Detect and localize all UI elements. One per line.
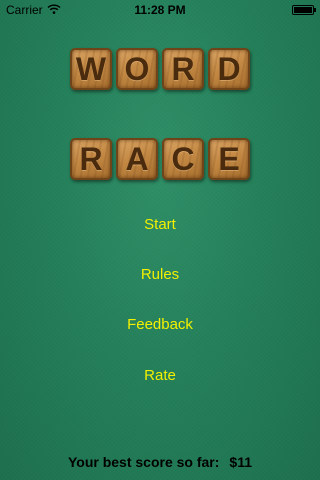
letter-tile: C — [162, 138, 204, 180]
feedback-button[interactable]: Feedback — [0, 316, 320, 333]
battery-icon — [292, 5, 316, 15]
best-score-value: $11 — [229, 454, 253, 470]
status-bar: Carrier 11:28 PM — [0, 0, 320, 20]
rate-button[interactable]: Rate — [0, 367, 320, 384]
letter-tile: O — [116, 48, 158, 90]
title-word: W O R D — [0, 48, 320, 90]
status-time: 11:28 PM — [134, 3, 186, 17]
best-score-label: Your best score so far: — [67, 454, 220, 470]
letter-tile: E — [208, 138, 250, 180]
start-button[interactable]: Start — [0, 216, 320, 233]
letter-tile: W — [70, 48, 112, 90]
battery-fill — [294, 7, 312, 13]
rules-button[interactable]: Rules — [0, 266, 320, 283]
title-race: R A C E — [0, 138, 320, 180]
letter-tile: R — [162, 48, 204, 90]
letter-tile: R — [70, 138, 112, 180]
letter-tile: D — [208, 48, 250, 90]
letter-tile: A — [116, 138, 158, 180]
best-score: Your best score so far: $11 — [0, 454, 320, 470]
